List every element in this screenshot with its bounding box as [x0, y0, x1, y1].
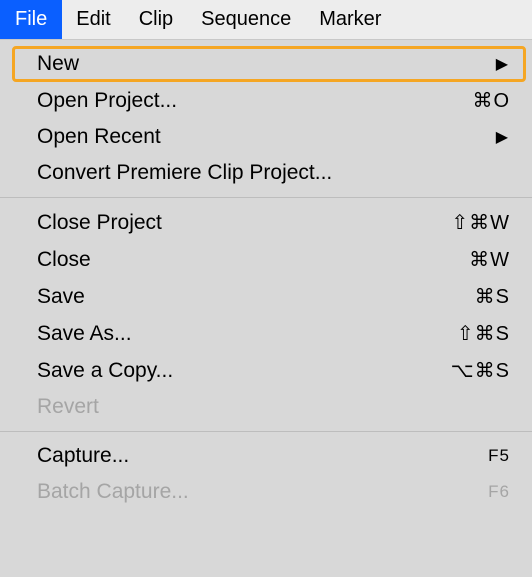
- menubar: File Edit Clip Sequence Marker: [0, 0, 532, 40]
- menubar-label: Sequence: [201, 8, 291, 31]
- shortcut-label: ⌘O: [430, 88, 510, 113]
- shortcut-label: ⌘S: [430, 284, 510, 309]
- menubar-item-file[interactable]: File: [0, 0, 62, 39]
- shortcut-label: F6: [430, 482, 510, 502]
- menubar-item-sequence[interactable]: Sequence: [187, 0, 305, 39]
- menu-item-close[interactable]: Close ⌘W: [0, 241, 532, 278]
- menu-item-label: Save a Copy...: [37, 359, 430, 383]
- menu-item-save-as[interactable]: Save As... ⇧⌘S: [0, 315, 532, 352]
- menu-item-new[interactable]: New ▶: [0, 46, 532, 82]
- shortcut-label: ⌥⌘S: [430, 358, 510, 383]
- shortcut-label: ⇧⌘W: [430, 210, 510, 235]
- menubar-label: Clip: [139, 8, 173, 31]
- menubar-item-marker[interactable]: Marker: [305, 0, 395, 39]
- shortcut-label: F5: [430, 446, 510, 466]
- menu-group: Capture... F5 Batch Capture... F6: [0, 432, 532, 516]
- menu-item-capture[interactable]: Capture... F5: [0, 438, 532, 474]
- menubar-label: Marker: [319, 8, 381, 31]
- menu-item-close-project[interactable]: Close Project ⇧⌘W: [0, 204, 532, 241]
- menu-item-revert: Revert: [0, 389, 532, 425]
- shortcut-label: ⇧⌘S: [430, 321, 510, 346]
- shortcut-label: ⌘W: [430, 247, 510, 272]
- menu-item-label: Save: [37, 285, 430, 309]
- submenu-arrow-icon: ▶: [496, 54, 510, 74]
- menu-item-label: Batch Capture...: [37, 480, 430, 504]
- menu-item-label: Open Project...: [37, 89, 430, 113]
- menu-item-label: Revert: [37, 395, 510, 419]
- menu-item-batch-capture: Batch Capture... F6: [0, 474, 532, 510]
- menu-item-label: Close Project: [37, 211, 430, 235]
- menu-item-save[interactable]: Save ⌘S: [0, 278, 532, 315]
- menubar-label: File: [15, 8, 47, 31]
- menu-item-label: Save As...: [37, 322, 430, 346]
- menu-item-label: Convert Premiere Clip Project...: [37, 161, 510, 185]
- menu-item-open-project[interactable]: Open Project... ⌘O: [0, 82, 532, 119]
- menubar-label: Edit: [76, 8, 110, 31]
- menu-item-label: New: [37, 52, 496, 76]
- menu-item-convert-premiere[interactable]: Convert Premiere Clip Project...: [0, 155, 532, 191]
- menu-group: Close Project ⇧⌘W Close ⌘W Save ⌘S Save …: [0, 198, 532, 432]
- menu-item-open-recent[interactable]: Open Recent ▶: [0, 119, 532, 155]
- file-dropdown-menu: New ▶ Open Project... ⌘O Open Recent ▶ C…: [0, 40, 532, 516]
- menu-item-label: Close: [37, 248, 430, 272]
- menu-item-label: Capture...: [37, 444, 430, 468]
- menu-group: New ▶ Open Project... ⌘O Open Recent ▶ C…: [0, 40, 532, 198]
- menubar-item-clip[interactable]: Clip: [125, 0, 187, 39]
- menubar-item-edit[interactable]: Edit: [62, 0, 124, 39]
- menu-item-save-copy[interactable]: Save a Copy... ⌥⌘S: [0, 352, 532, 389]
- menu-item-label: Open Recent: [37, 125, 496, 149]
- submenu-arrow-icon: ▶: [496, 127, 510, 147]
